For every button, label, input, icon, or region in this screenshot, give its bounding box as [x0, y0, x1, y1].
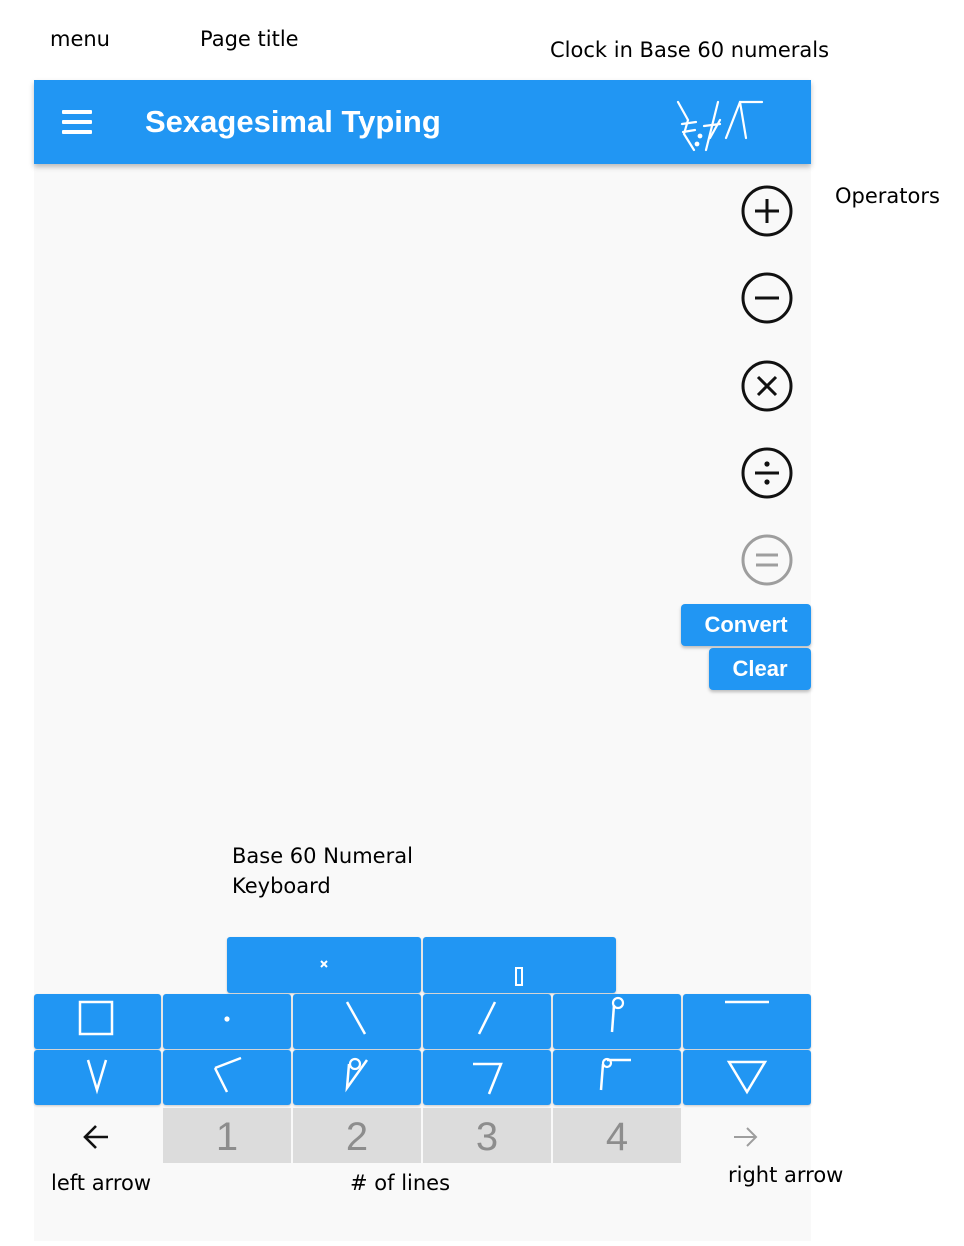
hamburger-menu-icon-bar	[62, 130, 92, 134]
minus-button[interactable]	[739, 270, 795, 326]
page-title: Sexagesimal Typing	[145, 104, 441, 139]
annotation-left-arrow: left arrow	[51, 1171, 152, 1195]
key-small-x[interactable]	[227, 937, 421, 993]
key-slash[interactable]	[423, 994, 551, 1049]
lines-option-3[interactable]: 3	[423, 1108, 551, 1163]
key-backslash[interactable]	[293, 994, 421, 1049]
annotation-lines: # of lines	[350, 1171, 451, 1195]
multiply-button[interactable]	[739, 358, 795, 414]
key-hook-slash[interactable]	[293, 1050, 421, 1105]
annotation-keyboard-line1: Base 60 Numeral	[232, 844, 413, 868]
annotation-operators: Operators	[835, 184, 940, 208]
key-dash[interactable]	[683, 994, 811, 1049]
key-hook-dash[interactable]	[553, 1050, 681, 1105]
annotation-right-arrow: right arrow	[728, 1163, 844, 1187]
annotation-menu: menu	[50, 27, 110, 51]
key-wedge[interactable]	[163, 1050, 291, 1105]
plus-button[interactable]	[739, 183, 795, 239]
left-arrow-icon[interactable]	[78, 1117, 118, 1157]
menu-button[interactable]	[62, 110, 92, 134]
key-v[interactable]	[34, 1050, 161, 1105]
hamburger-menu-icon-bar	[62, 120, 92, 124]
app-bar: Sexagesimal Typing	[34, 80, 811, 164]
hamburger-menu-icon	[62, 110, 92, 114]
divide-button[interactable]	[739, 445, 795, 501]
annotation-keyboard-line2: Keyboard	[232, 874, 331, 898]
lines-option-4[interactable]: 4	[553, 1108, 681, 1163]
key-bar[interactable]	[423, 937, 616, 993]
annotation-clock: Clock in Base 60 numerals	[550, 38, 830, 62]
clear-button[interactable]: Clear	[709, 648, 811, 690]
lines-option-1[interactable]: 1	[163, 1108, 291, 1163]
key-square[interactable]	[34, 994, 161, 1049]
key-seven[interactable]	[423, 1050, 551, 1105]
key-dot[interactable]	[163, 994, 291, 1049]
base60-clock-icon	[676, 100, 764, 152]
convert-button[interactable]: Convert	[681, 604, 811, 646]
right-arrow-icon[interactable]	[726, 1117, 766, 1157]
lines-option-2[interactable]: 2	[293, 1108, 421, 1163]
key-hook[interactable]	[553, 994, 681, 1049]
equals-button[interactable]	[739, 532, 795, 588]
annotation-page-title: Page title	[200, 27, 299, 51]
key-triangle[interactable]	[683, 1050, 811, 1105]
